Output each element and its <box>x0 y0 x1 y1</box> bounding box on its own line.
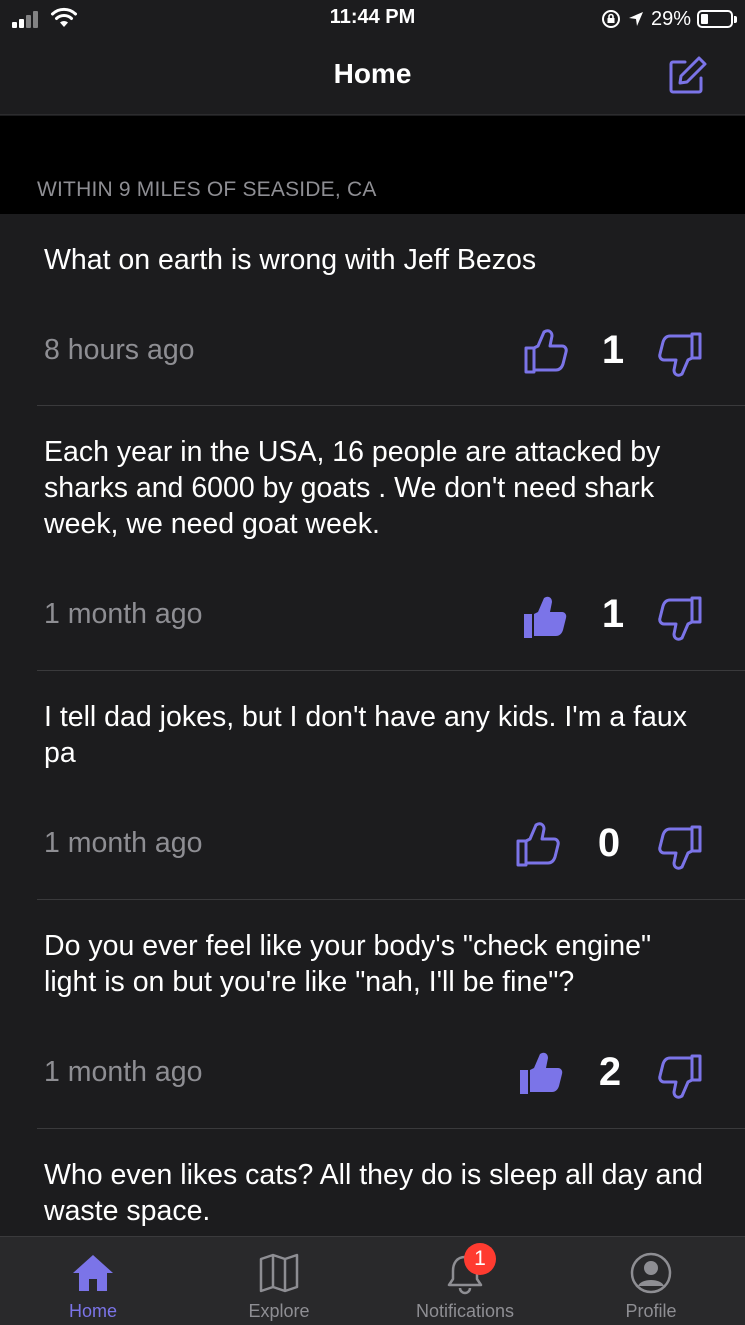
post-text: Do you ever feel like your body's "check… <box>44 930 652 998</box>
rotation-lock-icon <box>601 10 620 28</box>
home-icon <box>73 1255 113 1291</box>
tab-notifications[interactable]: 1 Notifications <box>372 1237 558 1325</box>
thumbs-up-filled-icon[interactable] <box>514 1046 568 1100</box>
post-text: Who even likes cats? All they do is slee… <box>44 1159 704 1227</box>
tab-label: Explore <box>248 1301 310 1321</box>
thumbs-down-icon[interactable] <box>654 328 708 382</box>
map-icon <box>259 1253 299 1293</box>
tab-bar: Home Explore 1 Notifications Profile <box>0 1236 745 1325</box>
thumbs-down-icon[interactable] <box>654 821 708 875</box>
thumbs-down-icon[interactable] <box>654 1050 708 1104</box>
tab-label: Profile <box>625 1301 677 1321</box>
thumbs-up-icon[interactable] <box>518 324 572 378</box>
post-feed[interactable]: What on earth is wrong with Jeff Bezos 8… <box>0 214 745 1236</box>
post-text: I tell dad jokes, but I don't have any k… <box>44 701 687 769</box>
post-text: Each year in the USA, 16 people are atta… <box>44 436 661 540</box>
vote-score: 1 <box>601 592 625 636</box>
status-bar: 11:44 PM 29% <box>0 0 745 40</box>
post-item[interactable]: Do you ever feel like your body's "check… <box>0 900 745 1129</box>
section-header: WITHIN 9 MILES OF SEASIDE, CA <box>0 116 745 214</box>
post-item[interactable]: I tell dad jokes, but I don't have any k… <box>0 671 745 900</box>
post-timestamp: 1 month ago <box>44 598 203 630</box>
post-item[interactable]: Each year in the USA, 16 people are atta… <box>0 406 745 671</box>
compose-icon[interactable] <box>665 54 709 98</box>
tab-explore[interactable]: Explore <box>186 1237 372 1325</box>
post-timestamp: 1 month ago <box>44 1056 203 1088</box>
battery-icon <box>697 10 737 28</box>
post-text: What on earth is wrong with Jeff Bezos <box>44 244 537 276</box>
post-timestamp: 8 hours ago <box>44 334 195 366</box>
tab-home[interactable]: Home <box>0 1237 186 1325</box>
battery-percentage: 29% <box>650 7 691 30</box>
navigation-bar: Home <box>0 40 745 115</box>
tab-profile[interactable]: Profile <box>558 1237 744 1325</box>
notification-badge: 1 <box>464 1243 496 1275</box>
page-title: Home <box>333 58 412 89</box>
location-radius-label: WITHIN 9 MILES OF SEASIDE, CA <box>37 178 377 201</box>
vote-score: 2 <box>598 1050 622 1094</box>
profile-icon <box>630 1252 672 1294</box>
post-item[interactable]: What on earth is wrong with Jeff Bezos 8… <box>0 214 745 406</box>
thumbs-up-icon[interactable] <box>510 817 564 871</box>
home-screen: 11:44 PM 29% Home WITHIN 9 MILES OF SEAS… <box>0 0 745 1325</box>
post-timestamp: 1 month ago <box>44 827 203 859</box>
thumbs-up-filled-icon[interactable] <box>518 590 572 644</box>
post-item[interactable]: Who even likes cats? All they do is slee… <box>0 1129 745 1236</box>
location-arrow-icon <box>628 12 643 26</box>
status-right-group: 29% <box>601 6 737 32</box>
tab-label: Notifications <box>415 1301 515 1321</box>
thumbs-down-icon[interactable] <box>654 592 708 646</box>
vote-score: 1 <box>601 328 625 372</box>
tab-label: Home <box>68 1301 117 1321</box>
vote-score: 0 <box>597 821 621 865</box>
